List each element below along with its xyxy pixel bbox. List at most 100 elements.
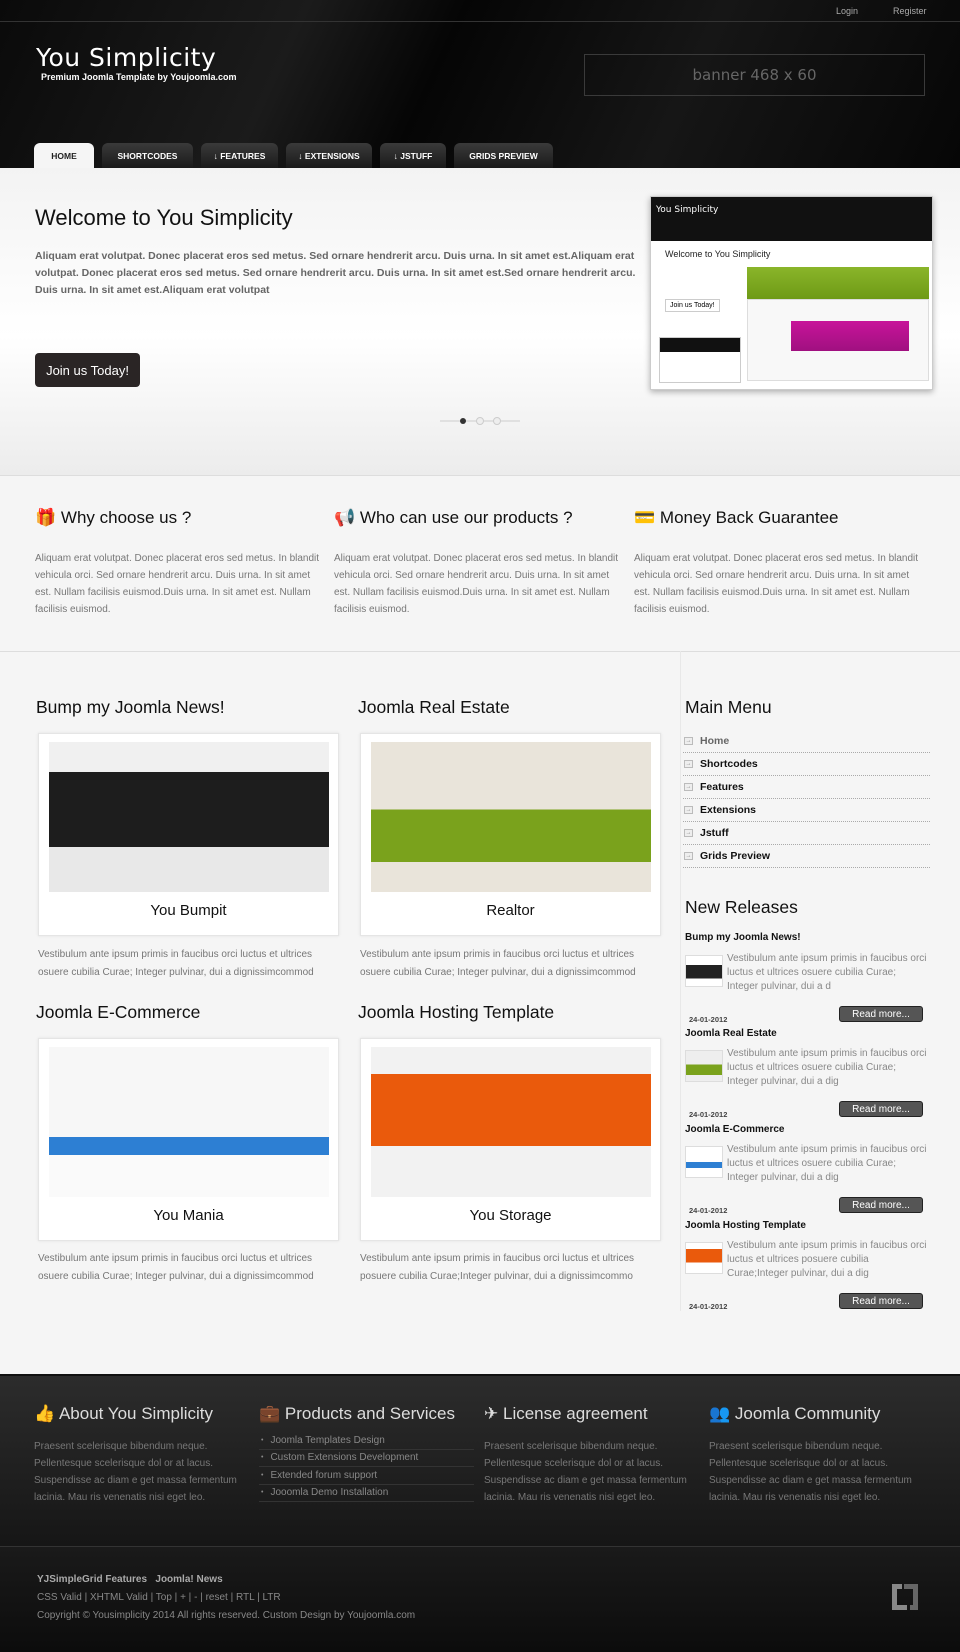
gift-icon: 🎁	[35, 508, 57, 527]
product-card[interactable]: You Storage	[360, 1038, 661, 1241]
release-title[interactable]: Joomla E-Commerce	[685, 1124, 784, 1135]
feature-why-choose: 🎁 Why choose us ? Aliquam erat volutpat.…	[35, 508, 325, 618]
footer-text: Praesent scelerisque bibendum neque. Pel…	[34, 1441, 237, 1503]
footer-heading: About You Simplicity	[58, 1404, 214, 1423]
hero-text: Aliquam erat volutpat. Donec placerat er…	[35, 250, 636, 296]
release-thumbnail[interactable]	[685, 1146, 723, 1178]
menu-item-features[interactable]: → Features	[683, 776, 930, 799]
product-screenshot[interactable]	[49, 1047, 329, 1197]
menu-item-shortcodes[interactable]: → Shortcodes	[683, 753, 930, 776]
product-caption[interactable]: You Mania	[39, 1207, 338, 1224]
preview-green-layer	[747, 267, 929, 299]
feature-title: Who can use our products ?	[359, 508, 573, 527]
rtl-link[interactable]: RTL	[236, 1592, 254, 1603]
yjsimplegrid-link[interactable]: YJSimpleGrid Features	[37, 1574, 147, 1585]
xhtml-valid-link[interactable]: XHTML Valid	[90, 1592, 148, 1603]
product-description: Vestibulum ante ipsum primis in faucibus…	[360, 949, 636, 978]
footer-link[interactable]: Extended forum support	[259, 1467, 474, 1485]
release-title[interactable]: Joomla Hosting Template	[685, 1220, 806, 1231]
read-more-button[interactable]: Read more...	[839, 1006, 923, 1022]
hero-title: Welcome to You Simplicity	[35, 205, 293, 230]
slider-pagination[interactable]	[440, 417, 520, 425]
tab-jstuff[interactable]: ↓ JSTUFF	[380, 143, 446, 168]
product-heading: Joomla Hosting Template	[358, 1002, 555, 1022]
read-more-button[interactable]: Read more...	[839, 1293, 923, 1309]
tab-home[interactable]: HOME	[34, 143, 94, 168]
release-thumbnail[interactable]	[685, 955, 723, 987]
menu-label: Extensions	[700, 804, 757, 816]
paper-plane-icon: ✈	[484, 1404, 499, 1423]
footer-link[interactable]: Jooomla Demo Installation	[259, 1485, 474, 1502]
release-thumbnail[interactable]	[685, 1050, 723, 1082]
thumbs-up-icon: 👍	[34, 1404, 56, 1423]
joomla-news-link[interactable]: Joomla! News	[155, 1574, 222, 1585]
product-card[interactable]: Realtor	[360, 733, 661, 936]
tab-features[interactable]: ↓ FEATURES	[201, 143, 278, 168]
login-link[interactable]: Login	[836, 6, 858, 16]
menu-item-grids-preview[interactable]: → Grids Preview	[683, 845, 930, 868]
release-text: Vestibulum ante ipsum primis in faucibus…	[727, 1144, 927, 1183]
release-thumbnail[interactable]	[685, 1242, 723, 1274]
arrow-down-icon: ↓	[213, 150, 221, 161]
product-screenshot[interactable]	[371, 1047, 651, 1197]
preview-title: Welcome to You Simplicity	[665, 249, 771, 259]
menu-item-extensions[interactable]: → Extensions	[683, 799, 930, 822]
tab-grids-preview[interactable]: GRIDS PREVIEW	[454, 143, 553, 168]
copyright: Copyright © Yousimplicity 2014 All right…	[37, 1610, 416, 1621]
arrow-down-icon: ↓	[393, 150, 401, 161]
footer-text: Praesent scelerisque bibendum neque. Pel…	[484, 1441, 687, 1503]
top-link[interactable]: Top	[156, 1592, 172, 1603]
section-divider	[0, 651, 960, 652]
tab-label: JSTUFF	[400, 150, 433, 161]
release-title[interactable]: Joomla Real Estate	[685, 1028, 777, 1039]
product-screenshot[interactable]	[49, 742, 329, 892]
product-caption[interactable]: You Bumpit	[39, 902, 338, 919]
font-decrease-link[interactable]: -	[194, 1592, 197, 1603]
font-reset-link[interactable]: reset	[206, 1592, 228, 1603]
register-link[interactable]: Register	[893, 6, 927, 16]
release-text: Vestibulum ante ipsum primis in faucibus…	[727, 1048, 927, 1087]
banner-ad[interactable]: banner 468 x 60	[584, 54, 925, 96]
tab-extensions[interactable]: ↓ EXTENSIONS	[286, 143, 372, 168]
menu-label: Jstuff	[700, 827, 729, 839]
site-logo[interactable]: You Simplicity	[36, 43, 216, 72]
menu-label: Home	[700, 735, 730, 747]
footer-text: Praesent scelerisque bibendum neque. Pel…	[709, 1441, 912, 1503]
arrow-down-icon: ↓	[298, 150, 305, 161]
tab-label: SHORTCODES	[117, 150, 178, 161]
users-icon: 👥	[709, 1404, 731, 1423]
menu-item-jstuff[interactable]: → Jstuff	[683, 822, 930, 845]
bottom-links: YJSimpleGrid Features Joomla! News	[37, 1574, 223, 1585]
arrow-right-icon: →	[684, 760, 693, 768]
product-caption[interactable]: You Storage	[361, 1207, 660, 1224]
release-title[interactable]: Bump my Joomla News!	[685, 932, 801, 943]
feature-text: Aliquam erat volutpat. Donec placerat er…	[35, 553, 320, 615]
product-card[interactable]: You Bumpit	[38, 733, 339, 936]
slide-dot-active[interactable]	[460, 418, 466, 424]
product-screenshot[interactable]	[371, 742, 651, 892]
arrow-right-icon: →	[684, 806, 693, 814]
ltr-link[interactable]: LTR	[262, 1592, 280, 1603]
slide-dot[interactable]	[476, 417, 484, 425]
sidebar-divider	[680, 651, 681, 1311]
product-description: Vestibulum ante ipsum primis in faucibus…	[38, 1253, 314, 1282]
font-increase-link[interactable]: +	[180, 1592, 186, 1603]
menu-label: Grids Preview	[700, 850, 771, 862]
hero-slider: Welcome to You Simplicity Aliquam erat v…	[0, 168, 960, 476]
product-card[interactable]: You Mania	[38, 1038, 339, 1241]
read-more-button[interactable]: Read more...	[839, 1197, 923, 1213]
join-button[interactable]: Join us Today!	[35, 353, 140, 387]
footer-link[interactable]: Joomla Templates Design	[259, 1432, 474, 1450]
read-more-button[interactable]: Read more...	[839, 1101, 923, 1117]
product-heading: Bump my Joomla News!	[36, 697, 225, 717]
credit-card-icon: 💳	[634, 508, 656, 527]
tab-label: HOME	[51, 150, 77, 161]
product-caption[interactable]: Realtor	[361, 902, 660, 919]
menu-item-home[interactable]: → Home	[683, 730, 930, 753]
css-valid-link[interactable]: CSS Valid	[37, 1592, 82, 1603]
tab-shortcodes[interactable]: SHORTCODES	[102, 143, 193, 168]
footer-link[interactable]: Custom Extensions Development	[259, 1450, 474, 1467]
youjoomla-logo-icon[interactable]	[892, 1584, 918, 1610]
feature-money-back: 💳 Money Back Guarantee Aliquam erat volu…	[634, 508, 924, 618]
slide-dot[interactable]	[493, 417, 501, 425]
